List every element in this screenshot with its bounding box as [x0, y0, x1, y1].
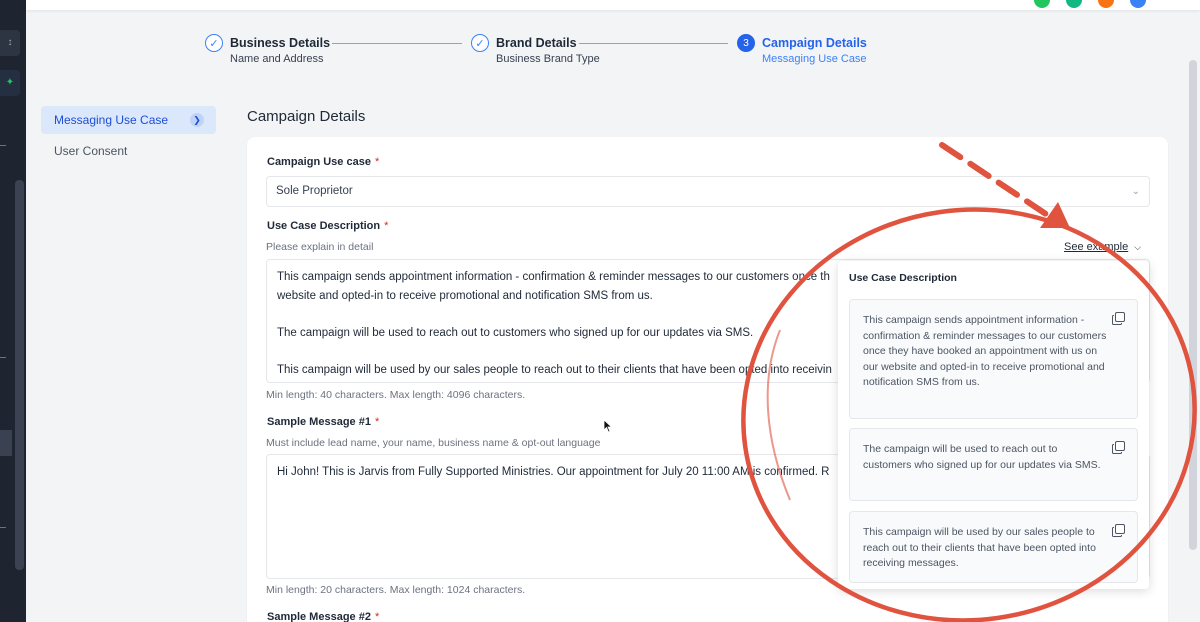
- select-value: Sole Proprietor: [276, 185, 353, 197]
- top-header: [26, 0, 1200, 10]
- description-help: Please explain in detail: [266, 241, 374, 253]
- sample1-label: Sample Message #1 *: [267, 416, 379, 428]
- field-label-text: Campaign Use case: [267, 156, 371, 168]
- step-brand-details[interactable]: ✓ Brand Details Business Brand Type: [471, 34, 600, 66]
- required-marker: *: [374, 611, 380, 622]
- required-marker: *: [374, 416, 380, 428]
- step-connector: [579, 43, 728, 44]
- copy-icon[interactable]: [1112, 441, 1125, 454]
- copy-icon[interactable]: [1112, 312, 1125, 325]
- page-title: Campaign Details: [247, 108, 366, 125]
- example-card[interactable]: This campaign will be used by our sales …: [849, 511, 1138, 583]
- section-nav: Messaging Use Case ❯ User Consent: [41, 106, 216, 168]
- rail-scrollbar[interactable]: [15, 180, 24, 570]
- mouse-cursor-icon: [603, 419, 613, 433]
- app-rail: ↕ ✦: [0, 0, 26, 622]
- field-label-text: Use Case Description: [267, 220, 381, 232]
- see-example-text: See example: [1064, 241, 1129, 253]
- nav-item-label: User Consent: [54, 144, 128, 158]
- step-title: Business Details: [230, 36, 331, 50]
- status-dot-icon[interactable]: [1098, 0, 1114, 8]
- see-example-link[interactable]: See example ⌵: [1064, 241, 1141, 253]
- step-business-details[interactable]: ✓ Business Details Name and Address: [205, 34, 330, 66]
- step-connector: [332, 43, 462, 44]
- step-subtitle: Messaging Use Case: [762, 53, 867, 65]
- step-subtitle: Name and Address: [230, 53, 324, 65]
- sample2-label: Sample Message #2 *: [267, 611, 379, 622]
- status-dot-icon[interactable]: [1130, 0, 1146, 8]
- step-subtitle: Business Brand Type: [496, 53, 600, 65]
- status-dot-icon[interactable]: [1066, 0, 1082, 8]
- copy-icon[interactable]: [1112, 524, 1125, 537]
- example-text: This campaign sends appointment informat…: [863, 314, 1107, 388]
- rail-divider: [0, 145, 6, 146]
- check-icon: ✓: [205, 34, 223, 52]
- chevron-right-icon: ❯: [190, 113, 204, 127]
- example-card[interactable]: This campaign sends appointment informat…: [849, 299, 1138, 419]
- step-title: Campaign Details: [762, 36, 867, 50]
- use-case-select[interactable]: Sole Proprietor ⌄: [266, 176, 1150, 207]
- collapse-toggle-icon[interactable]: ↕: [0, 30, 20, 56]
- progress-stepper: ✓ Business Details Name and Address ✓ Br…: [205, 34, 885, 70]
- required-marker: *: [384, 220, 389, 232]
- chevron-down-icon: ⌄: [1131, 186, 1140, 197]
- rail-selected-item[interactable]: [0, 430, 12, 456]
- example-popover: Use Case Description This campaign sends…: [838, 261, 1149, 589]
- field-label-text: Sample Message #1: [267, 416, 371, 428]
- use-case-label: Campaign Use case *: [267, 156, 379, 168]
- sample1-help: Must include lead name, your name, busin…: [266, 437, 601, 449]
- example-text: This campaign will be used by our sales …: [863, 526, 1096, 569]
- required-marker: *: [374, 156, 380, 168]
- field-label-text: Sample Message #2: [267, 611, 371, 622]
- example-card[interactable]: The campaign will be used to reach out t…: [849, 428, 1138, 501]
- sparkle-icon[interactable]: ✦: [0, 70, 20, 96]
- rail-divider: [0, 357, 6, 358]
- chevron-down-icon: ⌵: [1134, 242, 1142, 252]
- step-campaign-details[interactable]: 3 Campaign Details Messaging Use Case: [737, 34, 867, 66]
- rail-divider: [0, 527, 6, 528]
- sample1-limits: Min length: 20 characters. Max length: 1…: [266, 584, 526, 596]
- nav-item-messaging-use-case[interactable]: Messaging Use Case ❯: [41, 106, 216, 134]
- check-icon: ✓: [471, 34, 489, 52]
- step-number-badge: 3: [737, 34, 755, 52]
- status-dot-icon[interactable]: [1034, 0, 1050, 8]
- popover-title: Use Case Description: [849, 272, 957, 284]
- nav-item-label: Messaging Use Case: [54, 113, 169, 127]
- nav-item-user-consent[interactable]: User Consent: [41, 137, 216, 165]
- page-scrollbar[interactable]: [1189, 60, 1197, 550]
- description-label: Use Case Description *: [267, 220, 388, 232]
- example-text: The campaign will be used to reach out t…: [863, 443, 1101, 471]
- description-limits: Min length: 40 characters. Max length: 4…: [266, 389, 526, 401]
